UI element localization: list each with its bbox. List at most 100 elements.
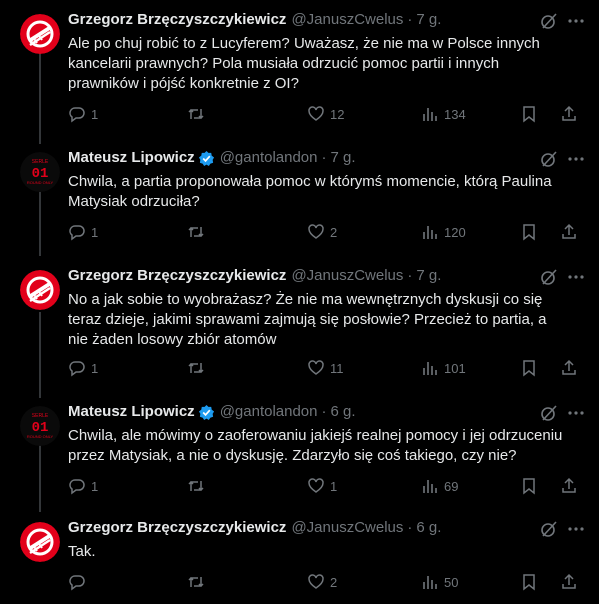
more-icon[interactable] [566,150,586,168]
author-name[interactable]: Mateusz Lipowicz [68,148,195,168]
reply-icon [68,223,86,241]
retweet-icon [187,573,205,591]
retweet-icon [187,223,205,241]
bookmark-icon [520,223,538,241]
separator: · [407,11,413,28]
views-button[interactable]: 50 [421,572,458,592]
tweet-actions: 1 11 101 [68,358,588,378]
author-name[interactable]: Mateusz Lipowicz [68,402,195,422]
share-button[interactable] [560,358,578,378]
like-count: 2 [330,224,338,240]
reply-button[interactable]: 1 [68,222,98,242]
heart-icon [307,223,325,241]
more-icon[interactable] [566,404,586,422]
bookmark-button[interactable] [520,358,538,378]
retweet-button[interactable] [187,572,210,592]
separator: · [407,267,413,284]
tweet[interactable]: SERLE 01 ROUND ONLY Mateusz Lipowicz @ga… [0,400,599,510]
tweet-header: Grzegorz Brzęczyszczykiewicz @JanuszCwel… [68,10,441,30]
retweet-button[interactable] [187,104,210,124]
bookmark-button[interactable] [520,572,538,592]
avatar[interactable] [20,522,60,562]
grok-icon[interactable] [540,268,558,286]
views-button[interactable]: 101 [421,358,466,378]
tweet[interactable]: Grzegorz Brzęczyszczykiewicz @JanuszCwel… [0,516,599,604]
grok-icon[interactable] [540,12,558,30]
author-handle[interactable]: @gantolandon [220,148,318,168]
author-name[interactable]: Grzegorz Brzęczyszczykiewicz [68,10,286,30]
reply-count: 1 [91,224,99,240]
more-icon[interactable] [566,520,586,538]
bookmark-button[interactable] [520,104,538,124]
author-handle[interactable]: @gantolandon [220,402,318,422]
timestamp[interactable]: 7 g. [416,10,441,30]
tweet-header: Mateusz Lipowicz @gantolandon · 7 g. [68,148,356,168]
share-button[interactable] [560,222,578,242]
reply-count: 1 [91,360,99,376]
tweet-text: No a jak sobie to wyobrażasz? Że nie ma … [68,291,547,348]
share-button[interactable] [560,104,578,124]
views-icon [421,477,439,495]
share-icon [560,477,578,495]
like-button[interactable]: 2 [307,572,337,592]
author-handle[interactable]: @JanuszCwelus [291,266,403,286]
share-button[interactable] [560,476,578,496]
grok-icon[interactable] [540,520,558,538]
more-icon[interactable] [566,268,586,286]
author-handle[interactable]: @JanuszCwelus [291,10,403,30]
retweet-button[interactable] [187,358,210,378]
retweet-button[interactable] [187,222,210,242]
bookmark-icon [520,105,538,123]
like-button[interactable]: 2 [307,222,337,242]
heart-icon [307,573,325,591]
reply-icon [68,105,86,123]
share-icon [560,223,578,241]
heart-icon [307,105,325,123]
bookmark-button[interactable] [520,222,538,242]
like-count: 12 [330,106,345,122]
reply-button[interactable]: 1 [68,358,98,378]
reply-button[interactable]: 1 [68,104,98,124]
tweet[interactable]: Grzegorz Brzęczyszczykiewicz @JanuszCwel… [0,8,599,138]
grok-icon[interactable] [540,404,558,422]
avatar[interactable] [20,14,60,54]
tweet[interactable]: Grzegorz Brzęczyszczykiewicz @JanuszCwel… [0,264,599,394]
timestamp[interactable]: 7 g. [331,148,356,168]
like-button[interactable]: 11 [307,358,344,378]
reply-count: 1 [91,106,99,122]
avatar[interactable]: SERLE 01 ROUND ONLY [20,406,60,446]
timestamp[interactable]: 6 g. [416,518,441,538]
reply-button[interactable] [68,572,91,592]
separator: · [321,403,327,420]
avatar[interactable] [20,270,60,310]
share-button[interactable] [560,572,578,592]
heart-icon [307,359,325,377]
timestamp[interactable]: 7 g. [416,266,441,286]
views-count: 50 [444,574,459,590]
share-icon [560,105,578,123]
more-icon[interactable] [566,12,586,30]
author-name[interactable]: Grzegorz Brzęczyszczykiewicz [68,518,286,538]
bookmark-icon [520,359,538,377]
author-name[interactable]: Grzegorz Brzęczyszczykiewicz [68,266,286,286]
reply-icon [68,359,86,377]
avatar[interactable]: SERLE 01 ROUND ONLY [20,152,60,192]
retweet-button[interactable] [187,476,210,496]
reply-button[interactable]: 1 [68,476,98,496]
retweet-icon [187,477,205,495]
views-button[interactable]: 134 [421,104,466,124]
views-count: 69 [444,478,459,494]
reply-count: 1 [91,478,99,494]
grok-icon[interactable] [540,150,558,168]
like-button[interactable]: 12 [307,104,344,124]
bookmark-icon [520,477,538,495]
bookmark-button[interactable] [520,476,538,496]
timestamp[interactable]: 6 g. [331,402,356,422]
views-button[interactable]: 120 [421,222,466,242]
views-button[interactable]: 69 [421,476,458,496]
tweet-text: Chwila, a partia proponowała pomoc w któ… [68,173,552,210]
author-handle[interactable]: @JanuszCwelus [291,518,403,538]
views-icon [421,573,439,591]
like-button[interactable]: 1 [307,476,337,496]
tweet[interactable]: SERLE 01 ROUND ONLY Mateusz Lipowicz @ga… [0,146,599,256]
